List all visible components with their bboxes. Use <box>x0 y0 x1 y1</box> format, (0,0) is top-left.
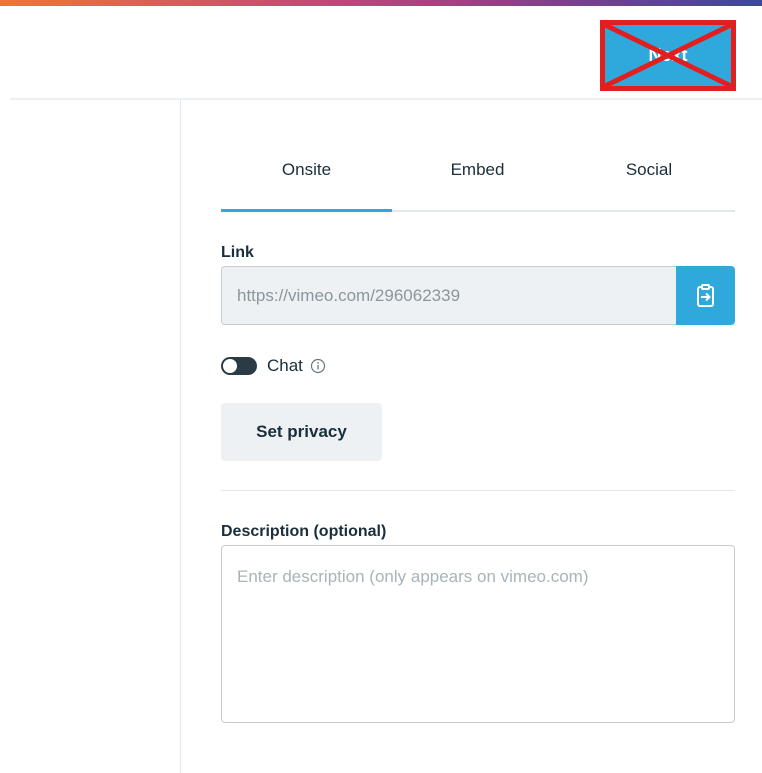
tab-embed[interactable]: Embed <box>392 150 563 190</box>
left-panel-divider <box>180 100 181 773</box>
chat-toggle-knob <box>223 359 237 373</box>
copy-link-button[interactable] <box>676 266 735 325</box>
tab-social[interactable]: Social <box>563 150 735 190</box>
cross-out-annotation <box>605 25 731 86</box>
description-label: Description (optional) <box>221 523 387 540</box>
link-label: Link <box>221 244 254 261</box>
top-gradient-bar <box>0 0 762 6</box>
info-icon[interactable] <box>310 358 326 374</box>
chat-row: Chat <box>221 353 326 379</box>
chat-toggle[interactable] <box>221 357 257 375</box>
active-tab-indicator <box>221 209 392 212</box>
section-divider <box>221 490 735 491</box>
tab-onsite[interactable]: Onsite <box>221 150 392 190</box>
next-button[interactable]: Next <box>600 20 736 91</box>
share-tabs: Onsite Embed Social <box>221 150 735 214</box>
link-row <box>221 266 735 325</box>
header-divider <box>10 98 762 100</box>
link-field[interactable] <box>221 266 677 325</box>
chat-label: Chat <box>267 356 303 375</box>
copy-link-icon <box>696 283 714 307</box>
description-field[interactable] <box>221 545 735 723</box>
set-privacy-button[interactable]: Set privacy <box>221 403 382 461</box>
